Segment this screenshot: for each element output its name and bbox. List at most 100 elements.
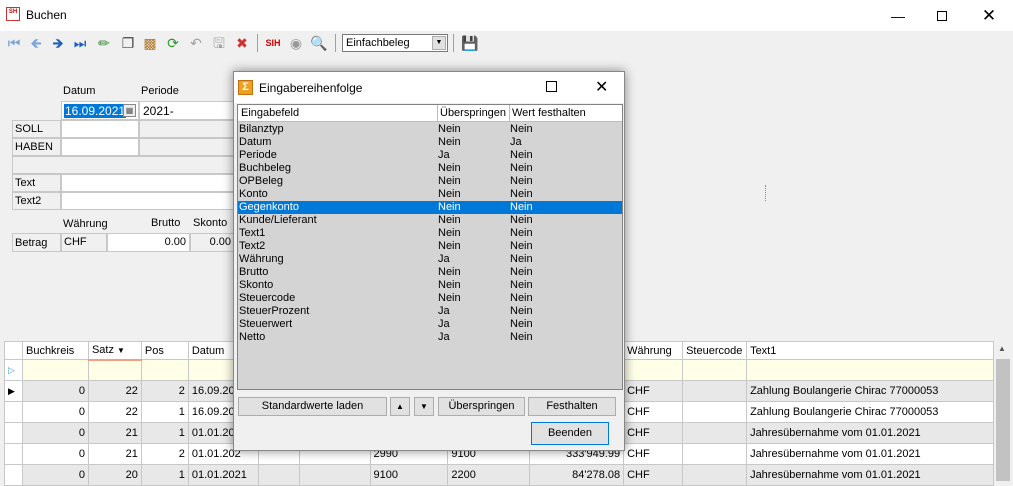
- haben-input[interactable]: [61, 138, 139, 156]
- table-row[interactable]: 0 20 1 01.01.2021 9100 2200 84'278.08 CH…: [4, 464, 994, 486]
- record-icon[interactable]: ◉: [286, 33, 306, 53]
- column-header-eingabefeld[interactable]: Eingabefeld: [241, 107, 299, 119]
- delete-icon[interactable]: ✖: [232, 33, 252, 53]
- belegtyp-select[interactable]: Einfachbeleg ▼: [342, 34, 448, 52]
- cell-konto[interactable]: 9100: [369, 464, 449, 486]
- cell-text1[interactable]: Jahresübernahme vom 01.01.2021: [746, 464, 994, 486]
- cell[interactable]: [257, 464, 300, 486]
- cell-buchkreis[interactable]: 0: [21, 380, 89, 402]
- field-order-row[interactable]: SteuerProzent Ja Nein: [238, 305, 622, 318]
- grid-vertical-scrollbar[interactable]: ▲: [994, 341, 1013, 481]
- cell-waehrung[interactable]: CHF: [623, 401, 684, 423]
- skonto-input[interactable]: 0.00: [190, 233, 235, 252]
- new-record-icon[interactable]: ✏: [94, 33, 114, 53]
- new-row-cell[interactable]: [140, 359, 189, 381]
- copy-record-icon[interactable]: ❐: [118, 33, 138, 53]
- cell-pos[interactable]: 1: [140, 401, 189, 423]
- cell-satz[interactable]: 21: [87, 443, 142, 465]
- minimize-button[interactable]: —: [875, 0, 921, 31]
- cell-steuercode[interactable]: [682, 380, 748, 402]
- datum-input[interactable]: 16.09.2021 ▦: [61, 101, 139, 120]
- waehrung-field[interactable]: CHF: [61, 233, 107, 252]
- package-icon[interactable]: ▩: [140, 33, 160, 53]
- new-row-cell[interactable]: [87, 359, 142, 381]
- column-header-waehrung[interactable]: Währung: [623, 341, 684, 360]
- column-header-text1[interactable]: Text1: [746, 341, 994, 360]
- field-order-row[interactable]: Kunde/Lieferant Nein Nein: [238, 214, 622, 227]
- cell-text1[interactable]: Jahresübernahme vom 01.01.2021: [746, 422, 994, 444]
- cell-text1[interactable]: Jahresübernahme vom 01.01.2021: [746, 443, 994, 465]
- cell-buchkreis[interactable]: 0: [21, 422, 89, 444]
- cell-text1[interactable]: Zahlung Boulangerie Chirac 77000053: [746, 401, 994, 423]
- column-header-buchkreis[interactable]: Buchkreis: [21, 341, 89, 360]
- move-down-button[interactable]: ▼: [414, 397, 434, 416]
- new-row-cell[interactable]: [21, 359, 89, 381]
- column-header-satz[interactable]: Satz ▼: [87, 341, 142, 361]
- cell-datum[interactable]: 01.01.2021: [187, 464, 259, 486]
- cell-buchkreis[interactable]: 0: [21, 464, 89, 486]
- cell[interactable]: [298, 464, 371, 486]
- field-order-list[interactable]: Eingabefeld Überspringen Wert festhalten…: [237, 104, 623, 390]
- periode-field[interactable]: 2021-September: [139, 101, 235, 132]
- field-order-row[interactable]: Konto Nein Nein: [238, 188, 622, 201]
- field-order-row[interactable]: Buchbeleg Nein Nein: [238, 162, 622, 175]
- new-row-cell[interactable]: [623, 359, 684, 381]
- cell-satz[interactable]: 20: [87, 464, 142, 486]
- cell-steuercode[interactable]: [682, 401, 748, 423]
- cell-satz[interactable]: 21: [87, 422, 142, 444]
- maximize-button[interactable]: [919, 0, 965, 31]
- calendar-icon[interactable]: ▦: [123, 104, 136, 117]
- cell-pos[interactable]: 2: [140, 380, 189, 402]
- next-record-icon[interactable]: 🡺: [48, 33, 68, 53]
- cell-waehrung[interactable]: CHF: [623, 422, 684, 444]
- field-order-row[interactable]: Brutto Nein Nein: [238, 266, 622, 279]
- cell-pos[interactable]: 1: [140, 464, 189, 486]
- field-order-row[interactable]: Steuercode Nein Nein: [238, 292, 622, 305]
- move-up-button[interactable]: ▲: [390, 397, 410, 416]
- cell-buchkreis[interactable]: 0: [21, 401, 89, 423]
- soll-input[interactable]: [61, 120, 139, 138]
- field-order-row[interactable]: Netto Ja Nein: [238, 331, 622, 344]
- festhalten-button[interactable]: Festhalten: [528, 397, 616, 416]
- field-order-row[interactable]: Währung Ja Nein: [238, 253, 622, 266]
- cell-waehrung[interactable]: CHF: [623, 464, 684, 486]
- text2-input[interactable]: [61, 192, 235, 210]
- column-header-pos[interactable]: Pos: [140, 341, 189, 360]
- field-order-row[interactable]: Steuerwert Ja Nein: [238, 318, 622, 331]
- cell-satz[interactable]: 22: [87, 401, 142, 423]
- cell-waehrung[interactable]: CHF: [623, 380, 684, 402]
- field-order-row[interactable]: Gegenkonto Nein Nein: [238, 201, 622, 214]
- ueberspringen-button[interactable]: Überspringen: [438, 397, 525, 416]
- field-order-row[interactable]: Skonto Nein Nein: [238, 279, 622, 292]
- first-record-icon[interactable]: ⏮: [4, 33, 24, 53]
- cell-pos[interactable]: 2: [140, 443, 189, 465]
- new-row-cell[interactable]: [746, 359, 994, 381]
- brutto-input[interactable]: 0.00: [107, 233, 190, 252]
- field-order-row[interactable]: OPBeleg Nein Nein: [238, 175, 622, 188]
- floppy-icon[interactable]: 💾: [460, 33, 480, 53]
- standardwerte-laden-button[interactable]: Standardwerte laden: [238, 397, 387, 416]
- cell-buchkreis[interactable]: 0: [21, 443, 89, 465]
- cell-pos[interactable]: 1: [140, 422, 189, 444]
- refresh-icon[interactable]: ⟳: [163, 33, 183, 53]
- cell-gegenkonto[interactable]: 2200: [447, 464, 531, 486]
- save-icon[interactable]: 🖫: [209, 33, 229, 53]
- cell-waehrung[interactable]: CHF: [623, 443, 684, 465]
- cell-text1[interactable]: Zahlung Boulangerie Chirac 77000053: [746, 380, 994, 402]
- splitter-handle[interactable]: [765, 185, 767, 201]
- field-order-row[interactable]: Bilanztyp Nein Nein: [238, 123, 622, 136]
- column-header-ueberspringen[interactable]: Überspringen: [440, 107, 506, 119]
- beenden-button[interactable]: Beenden: [531, 422, 609, 445]
- dialog-close-button[interactable]: ✕: [595, 77, 608, 97]
- text-input[interactable]: [61, 174, 235, 192]
- new-row-cell[interactable]: [682, 359, 748, 381]
- undo-icon[interactable]: ↶: [186, 33, 206, 53]
- last-record-icon[interactable]: ⏭: [70, 33, 90, 53]
- column-header-steuercode[interactable]: Steuercode: [682, 341, 748, 360]
- close-button[interactable]: ✕: [966, 0, 1012, 31]
- previous-record-icon[interactable]: 🡸: [26, 33, 46, 53]
- field-order-row[interactable]: Datum Nein Ja: [238, 136, 622, 149]
- field-order-row[interactable]: Periode Ja Nein: [238, 149, 622, 162]
- cell-steuercode[interactable]: [682, 464, 748, 486]
- cell-steuercode[interactable]: [682, 443, 748, 465]
